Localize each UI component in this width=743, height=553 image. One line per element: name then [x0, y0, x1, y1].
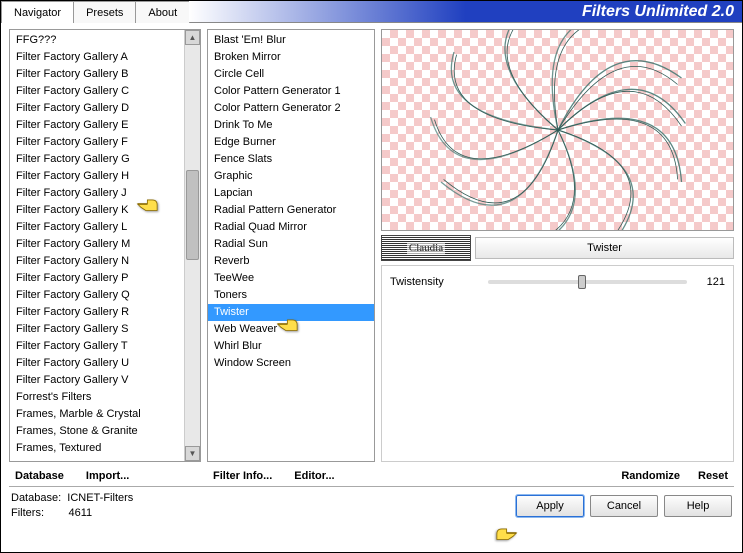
filter-item[interactable]: Broken Mirror: [208, 49, 374, 66]
category-item[interactable]: Filter Factory Gallery P: [10, 270, 184, 287]
slider-thumb[interactable]: [578, 275, 586, 289]
category-item[interactable]: Filter Factory Gallery D: [10, 100, 184, 117]
category-item[interactable]: Filter Factory Gallery S: [10, 321, 184, 338]
filter-item[interactable]: Blast 'Em! Blur: [208, 32, 374, 49]
filter-item[interactable]: Graphic: [208, 168, 374, 185]
selected-filter-bar: Twister: [381, 235, 734, 261]
apply-button[interactable]: Apply: [516, 495, 584, 517]
filter-column: Blast 'Em! BlurBroken MirrorCircle CellC…: [207, 29, 375, 484]
filter-item[interactable]: Radial Quad Mirror: [208, 219, 374, 236]
category-item[interactable]: Filter Factory Gallery M: [10, 236, 184, 253]
dialog-buttons: Apply Cancel Help: [516, 495, 732, 517]
category-item[interactable]: Filter Factory Gallery A: [10, 49, 184, 66]
category-scrollbar[interactable]: ▲ ▼: [184, 30, 200, 461]
category-list[interactable]: FFG???Filter Factory Gallery AFilter Fac…: [10, 30, 184, 461]
filter-item[interactable]: Color Pattern Generator 1: [208, 83, 374, 100]
category-item[interactable]: Frames, Marble & Crystal: [10, 406, 184, 423]
selected-filter-name: Twister: [475, 237, 734, 259]
param-row: Twistensity 121: [390, 272, 725, 292]
reset-button[interactable]: Reset: [694, 468, 732, 484]
category-item[interactable]: Filter Factory Gallery H: [10, 168, 184, 185]
category-item[interactable]: Filter Factory Gallery R: [10, 304, 184, 321]
category-list-wrap: FFG???Filter Factory Gallery AFilter Fac…: [9, 29, 201, 462]
filter-buttons: Filter Info... Editor...: [207, 462, 375, 484]
status-text: Database: ICNET-Filters Filters: 4611: [11, 491, 133, 521]
database-button[interactable]: Database: [11, 468, 68, 484]
import-button[interactable]: Import...: [82, 468, 133, 484]
category-item[interactable]: Filter Factory Gallery B: [10, 66, 184, 83]
category-item[interactable]: Filter Factory Gallery Q: [10, 287, 184, 304]
randomize-button[interactable]: Randomize: [617, 468, 684, 484]
param-slider[interactable]: [488, 280, 687, 284]
category-buttons: Database Import...: [9, 462, 201, 484]
category-item[interactable]: Frames, Textured: [10, 440, 184, 457]
filter-item[interactable]: Radial Pattern Generator: [208, 202, 374, 219]
preview-buttons: Randomize Reset: [381, 462, 734, 484]
category-item[interactable]: Filter Factory Gallery U: [10, 355, 184, 372]
category-item[interactable]: Filter Factory Gallery F: [10, 134, 184, 151]
filter-item[interactable]: Circle Cell: [208, 66, 374, 83]
scroll-down-button[interactable]: ▼: [185, 446, 200, 461]
status-db-value: ICNET-Filters: [67, 492, 133, 504]
filter-item[interactable]: Color Pattern Generator 2: [208, 100, 374, 117]
filter-item[interactable]: Whirl Blur: [208, 338, 374, 355]
category-item[interactable]: Filter Factory Gallery K: [10, 202, 184, 219]
category-item[interactable]: Filter Factory Gallery E: [10, 117, 184, 134]
footer: Database: ICNET-Filters Filters: 4611 Ap…: [1, 487, 742, 527]
tab-about[interactable]: About: [135, 1, 190, 23]
filter-info-button[interactable]: Filter Info...: [209, 468, 276, 484]
param-label: Twistensity: [390, 276, 480, 288]
tab-presets[interactable]: Presets: [73, 1, 136, 23]
category-item[interactable]: FFG???: [10, 32, 184, 49]
preview-canvas: [381, 29, 734, 231]
scroll-up-button[interactable]: ▲: [185, 30, 200, 45]
filter-item[interactable]: Window Screen: [208, 355, 374, 372]
main-area: FFG???Filter Factory Gallery AFilter Fac…: [1, 23, 742, 486]
filter-list-wrap: Blast 'Em! BlurBroken MirrorCircle CellC…: [207, 29, 375, 462]
filter-item[interactable]: Toners: [208, 287, 374, 304]
category-item[interactable]: Frames, Stone & Granite: [10, 423, 184, 440]
preview-column: Twister Twistensity 121 Randomize Reset: [381, 29, 734, 484]
category-item[interactable]: Filter Factory Gallery N: [10, 253, 184, 270]
category-item[interactable]: Filter Factory Gallery T: [10, 338, 184, 355]
swirl-icon: [428, 29, 688, 231]
author-badge-icon: [381, 235, 471, 261]
status-filters-label: Filters:: [11, 507, 44, 519]
filter-item[interactable]: Reverb: [208, 253, 374, 270]
filter-item[interactable]: Fence Slats: [208, 151, 374, 168]
filter-item[interactable]: Drink To Me: [208, 117, 374, 134]
filter-item[interactable]: Edge Burner: [208, 134, 374, 151]
header: NavigatorPresetsAbout Filters Unlimited …: [1, 1, 742, 23]
category-column: FFG???Filter Factory Gallery AFilter Fac…: [9, 29, 201, 484]
tab-navigator[interactable]: Navigator: [1, 1, 74, 23]
status-db-label: Database:: [11, 492, 61, 504]
cancel-button[interactable]: Cancel: [590, 495, 658, 517]
category-item[interactable]: Filter Factory Gallery G: [10, 151, 184, 168]
tab-bar: NavigatorPresetsAbout: [1, 1, 189, 22]
filter-item[interactable]: Lapcian: [208, 185, 374, 202]
parameters-panel: Twistensity 121: [381, 265, 734, 462]
editor-button[interactable]: Editor...: [290, 468, 338, 484]
help-button[interactable]: Help: [664, 495, 732, 517]
filter-item[interactable]: Web Weaver: [208, 321, 374, 338]
filter-list[interactable]: Blast 'Em! BlurBroken MirrorCircle CellC…: [208, 30, 374, 461]
category-item[interactable]: Filter Factory Gallery J: [10, 185, 184, 202]
filter-item[interactable]: Radial Sun: [208, 236, 374, 253]
scroll-thumb[interactable]: [186, 170, 199, 260]
category-item[interactable]: Filter Factory Gallery V: [10, 372, 184, 389]
filter-item[interactable]: Twister: [208, 304, 374, 321]
category-item[interactable]: Filter Factory Gallery L: [10, 219, 184, 236]
category-item[interactable]: Forrest's Filters: [10, 389, 184, 406]
category-item[interactable]: Filter Factory Gallery C: [10, 83, 184, 100]
param-value: 121: [695, 276, 725, 288]
filter-item[interactable]: TeeWee: [208, 270, 374, 287]
status-filters-value: 4611: [68, 507, 92, 519]
app-title: Filters Unlimited 2.0: [189, 1, 742, 22]
